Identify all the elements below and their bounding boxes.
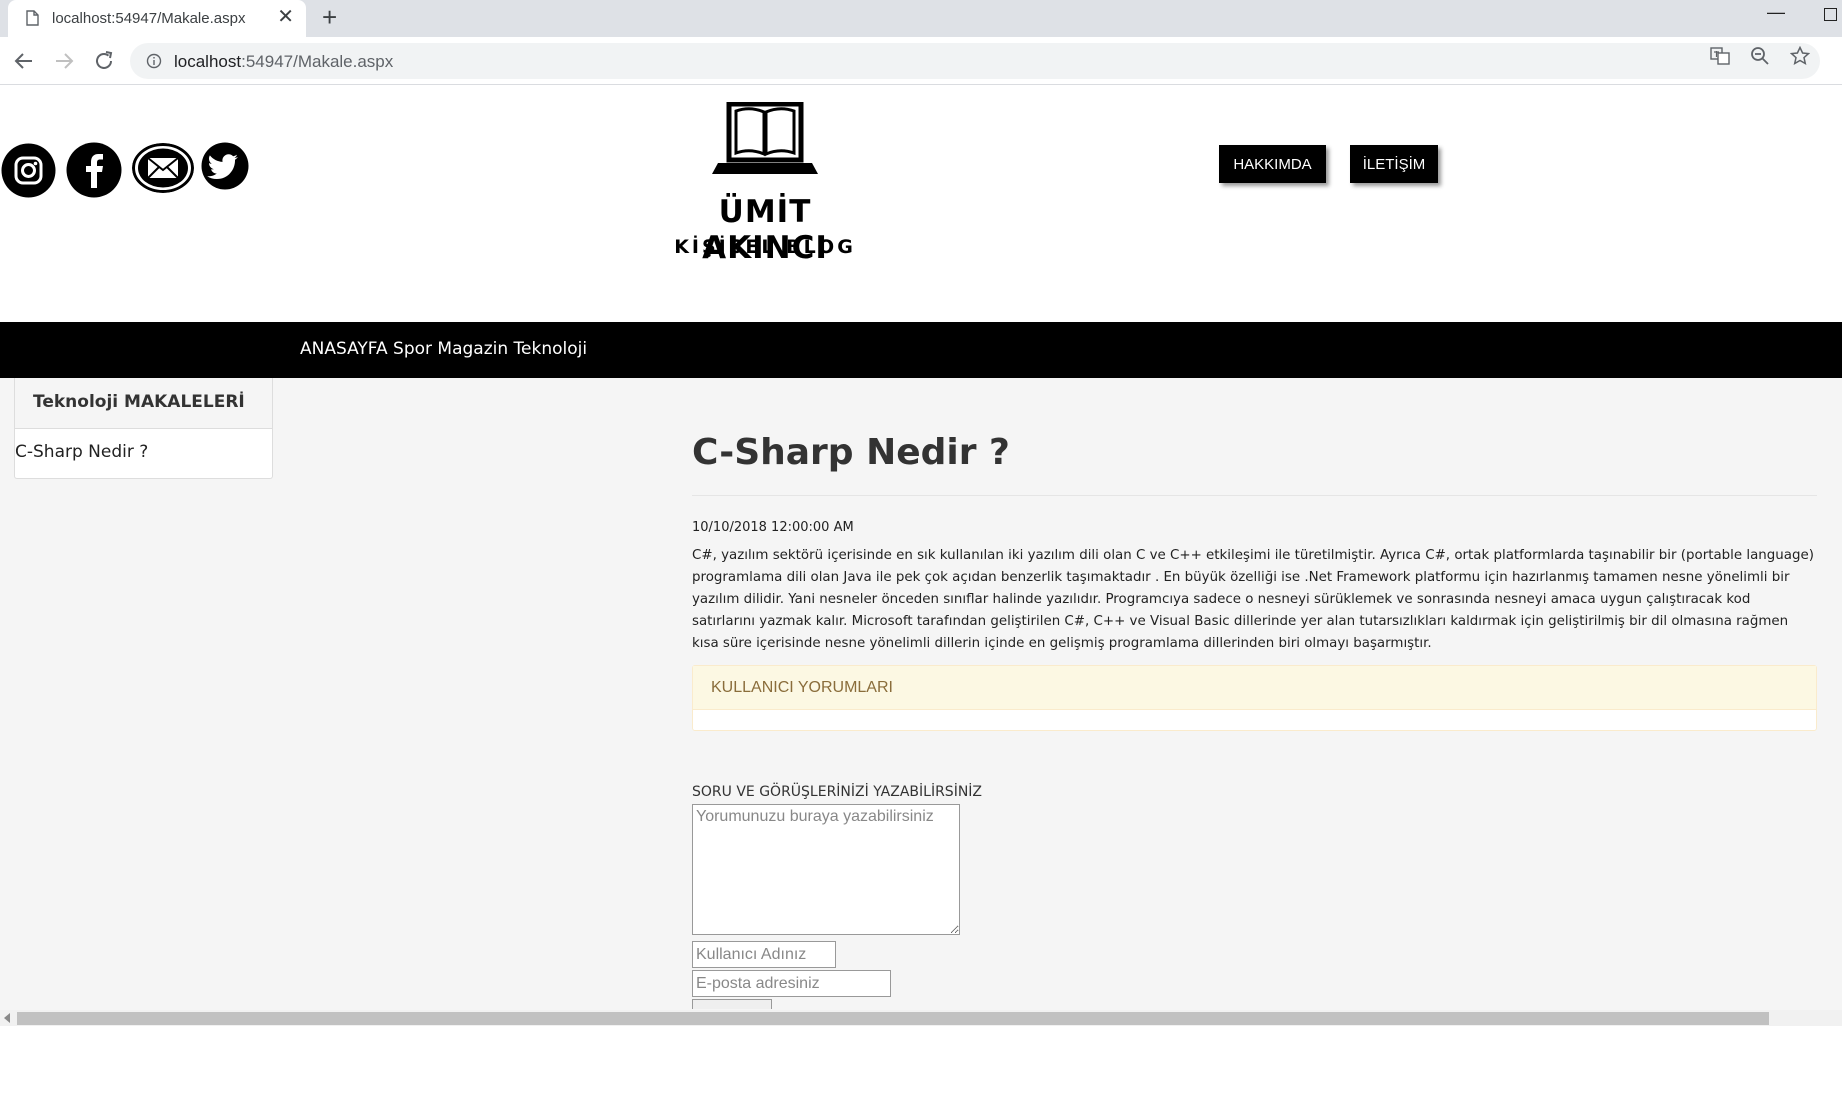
comments-panel: KULLANICI YORUMLARI xyxy=(692,665,1817,731)
nav-item-magazine[interactable]: Magazin xyxy=(437,339,508,359)
reload-icon[interactable] xyxy=(92,49,116,73)
scroll-left-arrow-icon[interactable] xyxy=(4,1013,10,1023)
tab-title: localhost:54947/Makale.aspx xyxy=(52,10,246,27)
browser-tab[interactable]: localhost:54947/Makale.aspx ✕ xyxy=(8,0,306,37)
horizontal-scrollbar[interactable] xyxy=(0,1010,1842,1026)
comments-header: KULLANICI YORUMLARI xyxy=(693,666,1816,710)
browser-tab-bar: localhost:54947/Makale.aspx ✕ + — xyxy=(0,0,1842,37)
nav-item-home[interactable]: ANASAYFA xyxy=(300,339,388,359)
site-header: ÜMİT AKINCI KİŞİSEL BLOG HAKKIMDA İLETİŞ… xyxy=(0,86,1842,322)
nav-links: ANASAYFA Spor Magazin Teknoloji xyxy=(300,339,587,359)
scrollbar-thumb[interactable] xyxy=(17,1012,1769,1025)
browser-toolbar: localhost:54947/Makale.aspx xyxy=(0,37,1842,85)
translate-icon[interactable] xyxy=(1710,46,1730,66)
back-arrow-icon[interactable] xyxy=(12,49,36,73)
sidebar-item-article[interactable]: C-Sharp Nedir ? xyxy=(15,429,272,462)
bookmark-star-icon[interactable] xyxy=(1790,46,1810,66)
comment-textarea[interactable] xyxy=(692,804,960,935)
main-nav: ANASAYFA Spor Magazin Teknoloji xyxy=(0,322,1842,378)
maximize-button[interactable] xyxy=(1824,8,1837,21)
comment-form-label: SORU VE GÖRÜŞLERİNİZİ YAZABİLİRSİNİZ xyxy=(692,784,983,800)
email-input[interactable] xyxy=(692,970,891,997)
forward-arrow-icon[interactable] xyxy=(52,49,76,73)
minimize-button[interactable]: — xyxy=(1767,2,1785,23)
twitter-icon[interactable] xyxy=(201,142,249,190)
title-divider xyxy=(692,495,1817,496)
new-tab-button[interactable]: + xyxy=(322,4,337,30)
facebook-icon[interactable] xyxy=(66,142,122,198)
sidebar-title: Teknoloji MAKALELERİ xyxy=(15,378,272,429)
article-date: 10/10/2018 12:00:00 AM xyxy=(692,520,854,535)
tab-close-icon[interactable]: ✕ xyxy=(277,7,294,27)
article-body: C#, yazılım sektörü içerisinde en sık ku… xyxy=(692,548,1814,651)
info-icon[interactable] xyxy=(146,53,162,69)
username-input[interactable] xyxy=(692,941,836,968)
article-title: C-Sharp Nedir ? xyxy=(692,432,1010,473)
comments-body xyxy=(693,710,1816,730)
url-text[interactable]: localhost:54947/Makale.aspx xyxy=(174,52,393,72)
nav-item-sport[interactable]: Spor xyxy=(393,339,432,359)
logo-subtitle: KİŞİSEL BLOG xyxy=(674,236,856,258)
blank-area xyxy=(0,1026,1842,1102)
nav-item-technology[interactable]: Teknoloji xyxy=(514,339,588,359)
document-icon xyxy=(26,10,39,26)
category-sidebar: Teknoloji MAKALELERİ C-Sharp Nedir ? xyxy=(14,378,273,479)
submit-button[interactable] xyxy=(692,999,772,1009)
about-button[interactable]: HAKKIMDA xyxy=(1219,145,1326,183)
article: C-Sharp Nedir ? 10/10/2018 12:00:00 AM C… xyxy=(692,378,1817,731)
address-bar[interactable]: localhost:54947/Makale.aspx xyxy=(130,43,1820,79)
page-viewport: ÜMİT AKINCI KİŞİSEL BLOG HAKKIMDA İLETİŞ… xyxy=(0,86,1842,1010)
mail-icon[interactable] xyxy=(132,143,194,193)
contact-button[interactable]: İLETİŞİM xyxy=(1350,145,1438,183)
instagram-icon[interactable] xyxy=(1,143,56,198)
zoom-out-icon[interactable] xyxy=(1750,46,1770,66)
